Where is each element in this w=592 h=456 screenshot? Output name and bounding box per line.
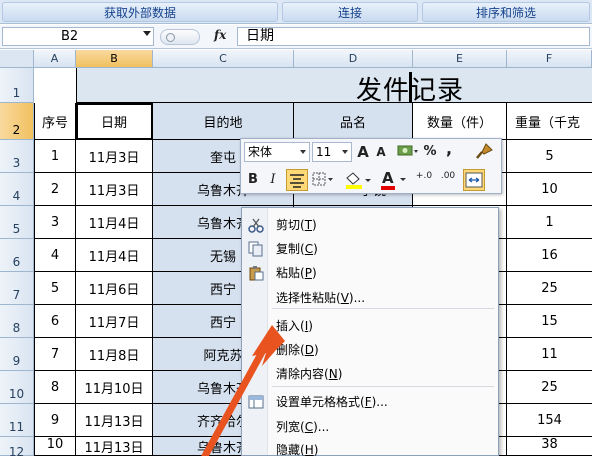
- arrow-shaft: [201, 348, 266, 456]
- pointer-arrow-annotation: [201, 325, 285, 456]
